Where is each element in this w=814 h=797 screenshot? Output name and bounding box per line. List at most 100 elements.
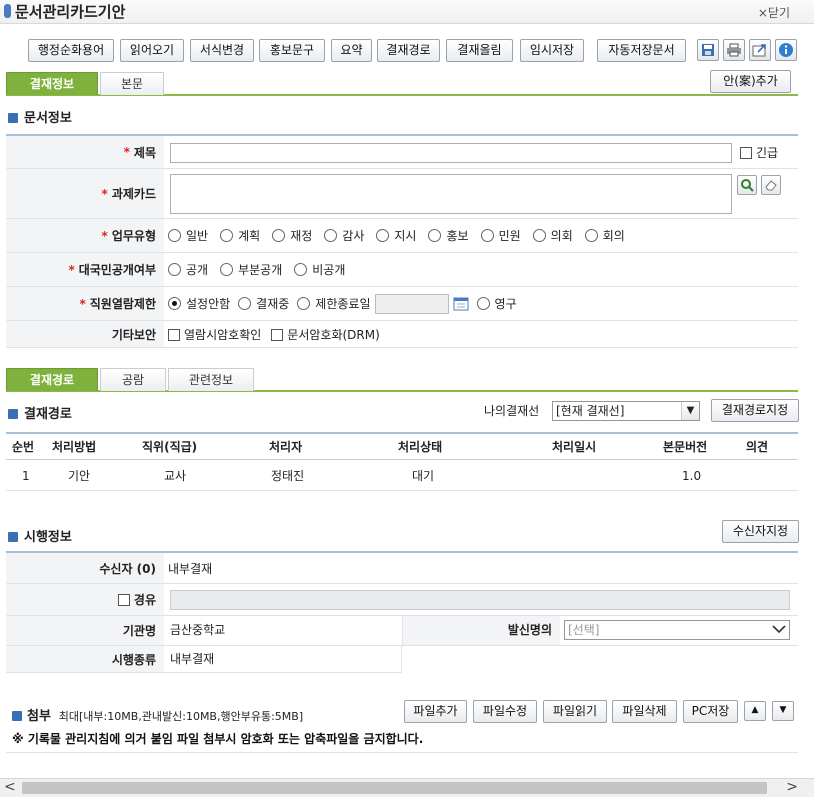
via-input[interactable] — [170, 590, 790, 610]
security-option-drm[interactable]: 문서암호화(DRM) — [271, 326, 380, 343]
promo-phrase-button[interactable]: 홍보문구 — [259, 39, 325, 62]
horizontal-scrollbar[interactable]: < > — [0, 778, 814, 797]
section-square-icon — [12, 711, 22, 721]
work-type-option[interactable]: 재정 — [272, 227, 312, 244]
edit-file-button[interactable]: 파일수정 — [473, 700, 537, 723]
end-date-input[interactable] — [374, 293, 449, 314]
urgent-check-icon[interactable] — [740, 147, 752, 159]
set-recipient-button[interactable]: 수신자지정 — [722, 520, 799, 543]
my-line-label: 나의결재선 — [484, 404, 540, 418]
delete-file-button[interactable]: 파일삭제 — [612, 700, 677, 723]
public-option[interactable]: 부분공개 — [220, 261, 282, 278]
search-icon[interactable] — [737, 175, 757, 195]
work-type-option[interactable]: 계획 — [220, 227, 260, 244]
tab-related-info[interactable]: 관련정보 — [168, 368, 254, 391]
autosave-docs-button[interactable]: 자동저장문서 — [597, 39, 686, 62]
staff-restriction-row: * 직원열람제한 설정안함 결재중 제한종료일 영구 — [6, 287, 798, 321]
col-position: 직위(직급) — [142, 440, 198, 454]
public-option[interactable]: 공개 — [168, 261, 208, 278]
load-button[interactable]: 읽어오기 — [120, 39, 184, 62]
tab-approval-info[interactable]: 결재정보 — [6, 72, 98, 95]
work-type-option[interactable]: 일반 — [168, 227, 208, 244]
security-options: 열람시암호확인 문서암호화(DRM) — [168, 321, 798, 347]
approval-path-button[interactable]: 결재경로 — [377, 39, 440, 62]
scrollbar-thumb[interactable] — [22, 782, 767, 794]
add-file-button[interactable]: 파일추가 — [404, 700, 467, 723]
work-type-option[interactable]: 홍보 — [428, 227, 469, 244]
save-icon[interactable] — [697, 39, 719, 61]
attachment-list-area[interactable] — [6, 752, 798, 778]
staff-option-permanent[interactable]: 영구 — [476, 295, 517, 312]
admin-term-button[interactable]: 행정순화용어 — [28, 39, 114, 62]
attachment-heading: 첨부 최대[내부:10MB,관내발신:10MB,행안부유통:5MB] — [12, 705, 303, 724]
sender-select[interactable]: [선택] — [564, 620, 790, 640]
pc-save-button[interactable]: PC저장 — [683, 700, 738, 723]
summary-button[interactable]: 요약 — [331, 39, 372, 62]
calendar-icon[interactable] — [453, 296, 469, 311]
print-icon[interactable] — [723, 39, 745, 61]
title-label: * 제목 — [6, 136, 164, 168]
task-card-input[interactable] — [170, 174, 732, 214]
enforcement-form: 수신자 (0) 내부결재 경유 기관명 금산중학교 발신명의 [선택] 시행종류… — [6, 551, 798, 673]
approval-table-header: 순번 처리방법 직위(직급) 처리자 처리상태 처리일시 본문버전 의견 — [6, 432, 798, 460]
window-titlebar: 문서관리카드기안 ×닫기 — [0, 0, 814, 24]
col-method: 처리방법 — [52, 440, 97, 454]
move-up-icon[interactable]: ▲ — [744, 701, 766, 721]
urgent-checkbox[interactable]: 긴급 — [740, 144, 778, 161]
scroll-left-icon[interactable]: < — [4, 779, 16, 796]
col-no: 순번 — [12, 440, 35, 454]
security-option-password[interactable]: 열람시암호확인 — [168, 326, 261, 343]
temp-save-button[interactable]: 임시저장 — [520, 39, 584, 62]
col-version: 본문버전 — [663, 440, 708, 454]
via-label[interactable]: 경유 — [6, 584, 164, 615]
read-file-button[interactable]: 파일읽기 — [543, 700, 607, 723]
info-icon[interactable] — [775, 39, 797, 61]
top-tab-bar: 결재정보 본문 — [6, 72, 798, 96]
work-type-option[interactable]: 회의 — [584, 227, 625, 244]
add-draft-button[interactable]: 안(案)추가 — [710, 70, 791, 93]
close-button[interactable]: ×닫기 — [758, 4, 790, 21]
cell-status: 대기 — [412, 469, 435, 483]
export-icon[interactable] — [749, 39, 771, 61]
recipient-value: 내부결재 — [168, 561, 213, 576]
staff-option-during[interactable]: 결재중 — [238, 295, 289, 312]
enforcement-heading: 시행정보 — [8, 526, 72, 545]
set-approval-path-button[interactable]: 결재경로지정 — [711, 399, 799, 422]
col-status: 처리상태 — [398, 440, 443, 454]
work-type-option[interactable]: 지시 — [376, 227, 416, 244]
org-row: 기관명 금산중학교 발신명의 [선택] — [6, 616, 798, 646]
section-square-icon — [8, 532, 18, 542]
change-form-button[interactable]: 서식변경 — [190, 39, 254, 62]
submit-approval-button[interactable]: 결재올림 — [446, 39, 513, 62]
staff-option-none[interactable]: 설정안함 — [168, 295, 230, 312]
org-label: 기관명 — [6, 616, 164, 645]
attachment-limits: 최대[내부:10MB,관내발신:10MB,행안부유통:5MB] — [58, 710, 304, 723]
cell-no: 1 — [22, 469, 30, 483]
public-option[interactable]: 비공개 — [294, 261, 345, 278]
tab-circulation[interactable]: 공람 — [100, 368, 166, 391]
scroll-right-icon[interactable]: > — [786, 779, 798, 796]
security-row: 기타보안 열람시암호확인 문서암호화(DRM) — [6, 321, 798, 348]
tab-body[interactable]: 본문 — [100, 72, 164, 95]
eraser-icon[interactable] — [761, 175, 781, 195]
cell-method: 기안 — [68, 469, 91, 483]
work-type-label: * 업무유형 — [6, 219, 164, 252]
my-line-select[interactable]: [현재 결재선] ▼ — [552, 401, 700, 421]
section-square-icon — [8, 113, 18, 123]
move-down-icon[interactable]: ▼ — [772, 701, 794, 721]
table-row[interactable]: 1 기안 교사 정태진 대기 1.0 — [6, 461, 798, 491]
col-datetime: 처리일시 — [552, 440, 597, 454]
work-type-option[interactable]: 의회 — [532, 227, 573, 244]
doc-info-heading: 문서정보 — [8, 107, 72, 126]
staff-restriction-options: 설정안함 결재중 제한종료일 영구 — [168, 287, 798, 320]
org-value: 금산중학교 — [170, 623, 226, 637]
recipient-row: 수신자 (0) 내부결재 — [6, 553, 798, 584]
tab-approval-path[interactable]: 결재경로 — [6, 368, 98, 391]
title-input[interactable] — [170, 143, 732, 163]
work-type-option[interactable]: 감사 — [324, 227, 364, 244]
work-type-option[interactable]: 민원 — [480, 227, 521, 244]
cell-version: 1.0 — [682, 469, 702, 483]
approval-path-heading: 결재경로 — [8, 403, 72, 422]
staff-option-enddate[interactable]: 제한종료일 — [297, 295, 371, 312]
work-type-row: * 업무유형 일반 계획 재정 감사 지시 홍보 민원 의회 회의 — [6, 219, 798, 253]
